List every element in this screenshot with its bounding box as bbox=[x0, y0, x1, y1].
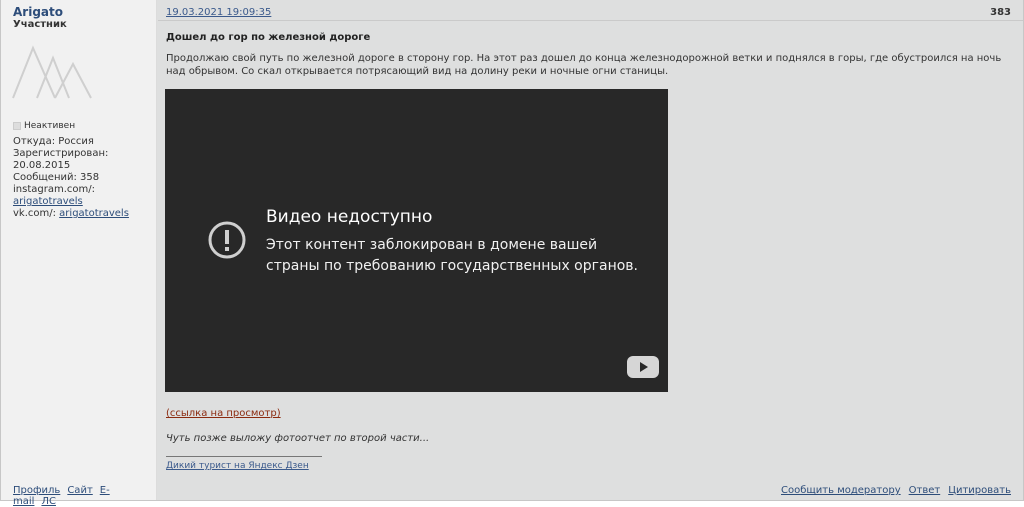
report-moderator-link[interactable]: Сообщить модератору bbox=[781, 485, 901, 496]
forum-post: Arigato Участник Неактивен Откуда: Росси… bbox=[0, 0, 1024, 507]
user-status: Неактивен bbox=[13, 121, 75, 131]
user-rank: Участник bbox=[13, 19, 67, 30]
quote-link[interactable]: Цитировать bbox=[948, 485, 1011, 496]
user-registered-label: Зарегистрирован: bbox=[13, 148, 109, 159]
video-embed[interactable]: Видео недоступно Этот контент заблокиров… bbox=[165, 89, 668, 392]
video-blocked-message: Этот контент заблокирован в домене вашей… bbox=[266, 237, 638, 274]
user-instagram-label: instagram.com/: bbox=[13, 184, 95, 195]
video-unavailable-title: Видео недоступно bbox=[266, 207, 433, 227]
post-date-link[interactable]: 19.03.2021 19:09:35 bbox=[166, 7, 271, 18]
youtube-logo-icon bbox=[627, 356, 659, 378]
username[interactable]: Arigato bbox=[13, 5, 63, 19]
post-body: Продолжаю свой путь по железной дороге в… bbox=[166, 53, 1002, 77]
post-number: 383 bbox=[990, 7, 1011, 18]
post-later-note: Чуть позже выложу фотоотчет по второй ча… bbox=[166, 433, 430, 444]
view-link[interactable]: (ссылка на просмотр) bbox=[166, 408, 281, 419]
user-from: Откуда: Россия bbox=[13, 136, 94, 147]
user-sidebar: Arigato Участник Неактивен Откуда: Росси… bbox=[1, 0, 157, 507]
user-info: Откуда: Россия Зарегистрирован: 20.08.20… bbox=[13, 136, 129, 220]
user-post-count: Сообщений: 358 bbox=[13, 172, 100, 183]
signature-link[interactable]: Дикий турист на Яндекс Дзен bbox=[166, 461, 309, 471]
signature-divider bbox=[166, 456, 322, 457]
site-link[interactable]: Сайт bbox=[67, 485, 92, 496]
header-divider bbox=[158, 20, 1023, 21]
user-status-label: Неактивен bbox=[24, 121, 76, 131]
pm-link[interactable]: ЛС bbox=[41, 496, 56, 507]
reply-link[interactable]: Ответ bbox=[909, 485, 941, 496]
avatar bbox=[11, 44, 95, 103]
user-registered-date: 20.08.2015 bbox=[13, 160, 71, 171]
profile-link[interactable]: Профиль bbox=[13, 485, 60, 496]
user-links: Профиль Сайт E-mail ЛС bbox=[13, 485, 156, 507]
user-vk-label: vk.com/: bbox=[13, 208, 56, 219]
user-vk-link[interactable]: arigatotravels bbox=[59, 208, 129, 219]
mountain-avatar-icon bbox=[12, 45, 92, 99]
post-actions: Сообщить модератору Ответ Цитировать bbox=[773, 485, 1011, 496]
alert-circle-icon bbox=[208, 221, 246, 259]
user-instagram-link[interactable]: arigatotravels bbox=[13, 196, 83, 207]
status-indicator-icon bbox=[13, 121, 21, 130]
post-title: Дошел до гор по железной дороге bbox=[166, 32, 371, 43]
